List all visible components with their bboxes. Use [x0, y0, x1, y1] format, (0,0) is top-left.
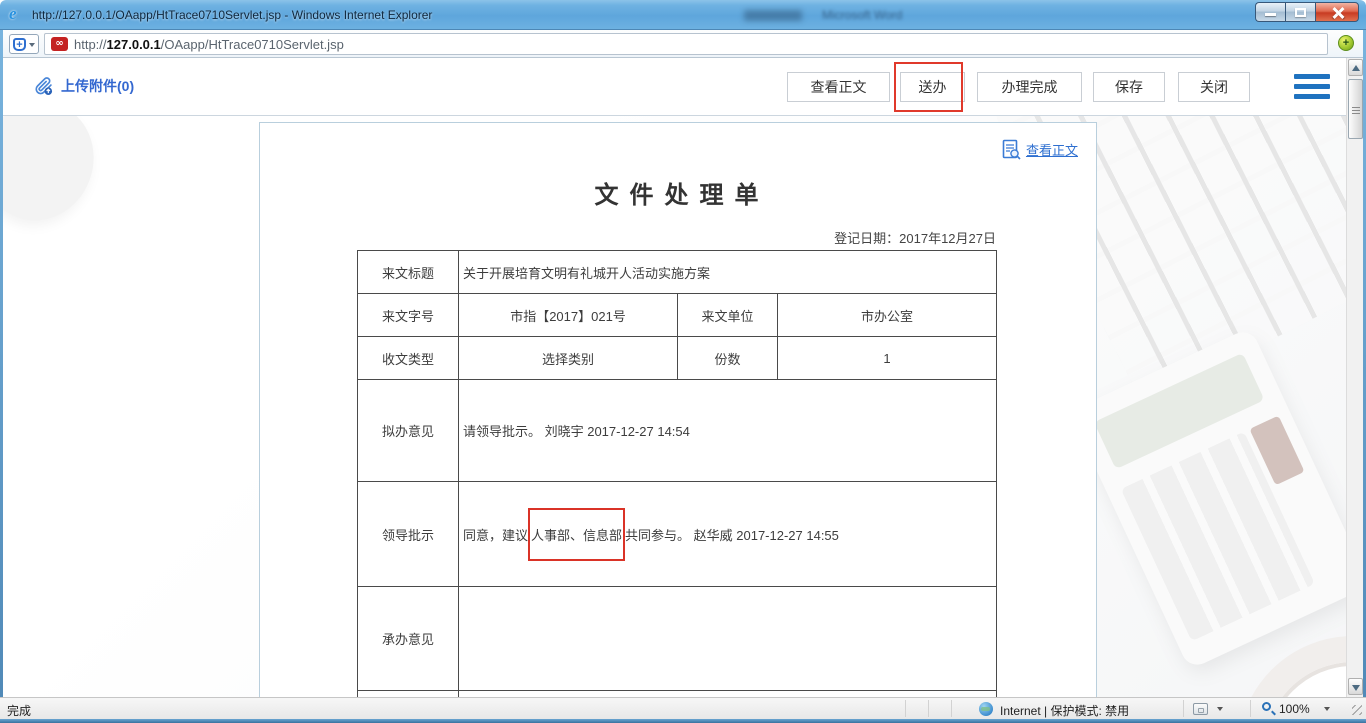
field-label: 承办意见	[358, 587, 459, 691]
minimize-icon	[1265, 13, 1276, 16]
scrollbar-thumb[interactable]	[1348, 79, 1363, 139]
view-body-link-label: 查看正文	[1026, 140, 1078, 159]
document-search-icon	[1002, 139, 1021, 160]
table-row: 来文标题 关于开展培育文明有礼城开人活动实施方案	[358, 251, 997, 294]
maximize-icon	[1295, 8, 1306, 17]
close-button[interactable]	[1315, 2, 1359, 22]
incoming-title-cell[interactable]: 关于开展培育文明有礼城开人活动实施方案	[459, 251, 997, 294]
leader-comment-post: 共同参与。 赵华威 2017-12-27 14:55	[625, 528, 839, 543]
zoom-control[interactable]: 100%	[1262, 701, 1346, 717]
address-bar: + ∞ http://127.0.0.1/OAapp/HtTrace0710Se…	[0, 30, 1366, 58]
complete-button[interactable]: 办理完成	[977, 72, 1082, 102]
status-bar: 完成 Internet | 保护模式: 禁用 100%	[0, 697, 1366, 719]
field-label: 来文单位	[678, 294, 778, 337]
table-row: 拟办意见 请领导批示。 刘晓宇 2017-12-27 14:54	[358, 380, 997, 482]
from-unit-cell[interactable]: 市办公室	[778, 294, 997, 337]
status-divider	[905, 700, 906, 717]
upload-attachment-label: 上传附件(0)	[61, 76, 134, 96]
doc-number-cell[interactable]: 市指【2017】021号	[459, 294, 678, 337]
minimize-button[interactable]	[1255, 2, 1285, 22]
zoom-level: 100%	[1279, 702, 1310, 716]
status-divider	[928, 700, 929, 717]
window-frame-left	[0, 30, 3, 723]
menu-hamburger-icon[interactable]	[1294, 73, 1330, 101]
chevron-down-icon	[29, 43, 35, 47]
resize-grip[interactable]	[1352, 705, 1362, 715]
status-divider	[951, 700, 952, 717]
zone-protected-mode-text: Internet | 保护模式: 禁用	[1000, 702, 1129, 719]
scroll-up-button[interactable]	[1348, 59, 1363, 76]
leader-comment-cell[interactable]: 同意，建议人事部、信息部共同参与。 赵华威 2017-12-27 14:55	[459, 482, 997, 587]
send-handle-button[interactable]: 送办	[900, 72, 965, 102]
desk-photo-calculator	[1069, 327, 1346, 670]
favorites-pin-button[interactable]: +	[9, 34, 39, 54]
page-content: 查看正文 文件处理单 登记日期：2017年12月27日 来文标题 关于开展培育文…	[3, 116, 1346, 697]
status-divider	[1250, 700, 1251, 717]
magnifier-icon	[1262, 702, 1271, 711]
status-divider	[1183, 700, 1184, 717]
receive-type-select[interactable]: 选择类别	[459, 337, 678, 380]
desk-photo-object	[3, 116, 110, 236]
table-row: 收文类型 选择类别 份数 1	[358, 337, 997, 380]
thumb-grip-icon	[1352, 106, 1360, 114]
window-frame-bottom	[0, 719, 1366, 723]
chevron-down-icon	[1217, 707, 1223, 711]
pin-plus-icon: +	[13, 38, 26, 51]
annotation-box-departments: 人事部、信息部	[528, 508, 625, 561]
arrow-up-icon	[1352, 65, 1360, 71]
close-page-button[interactable]: 关闭	[1178, 72, 1250, 102]
maximize-button[interactable]	[1285, 2, 1315, 22]
page-scrollbar[interactable]	[1346, 58, 1363, 697]
url-protocol: http://	[74, 37, 107, 52]
save-button[interactable]: 保存	[1093, 72, 1165, 102]
process-form-table: 来文标题 关于开展培育文明有礼城开人活动实施方案 来文字号 市指【2017】02…	[357, 250, 997, 697]
document-title: 文件处理单	[357, 175, 996, 210]
leader-comment-pre: 同意，建议	[463, 528, 528, 543]
desk-photo-cup	[1238, 636, 1346, 697]
close-icon	[1332, 7, 1344, 19]
arrow-down-icon	[1352, 685, 1360, 691]
view-body-link[interactable]: 查看正文	[1002, 139, 1078, 160]
background-window-title: Microsoft Word	[822, 8, 902, 22]
internet-zone-icon	[979, 702, 993, 716]
document-panel: 查看正文 文件处理单 登记日期：2017年12月27日 来文标题 关于开展培育文…	[259, 122, 1097, 697]
address-input[interactable]: ∞ http://127.0.0.1/OAapp/HtTrace0710Serv…	[44, 33, 1328, 55]
copies-cell[interactable]: 1	[778, 337, 997, 380]
status-text: 完成	[7, 702, 31, 719]
app-toolbar: 上传附件(0) 查看正文 送办 办理完成 保存 关闭	[3, 58, 1346, 116]
field-label: 来文字号	[358, 294, 459, 337]
title-bar: e http://127.0.0.1/OAapp/HtTrace0710Serv…	[0, 0, 1366, 30]
field-label: 拟办意见	[358, 380, 459, 482]
ie-logo-icon: e	[9, 5, 27, 23]
background-window-blur	[744, 10, 802, 21]
field-label: 来文标题	[358, 251, 459, 294]
table-row: 承办意见	[358, 587, 997, 691]
field-label: 收文类型	[358, 337, 459, 380]
handle-opinion-cell[interactable]	[459, 587, 997, 691]
compatibility-icon	[1193, 703, 1208, 715]
url-path: /OAapp/HtTrace0710Servlet.jsp	[161, 37, 344, 52]
draft-opinion-cell[interactable]: 请领导批示。 刘晓宇 2017-12-27 14:54	[459, 380, 997, 482]
window-title: http://127.0.0.1/OAapp/HtTrace0710Servle…	[32, 8, 432, 22]
browser-window: e http://127.0.0.1/OAapp/HtTrace0710Serv…	[0, 0, 1366, 723]
table-row: 领导批示 同意，建议人事部、信息部共同参与。 赵华威 2017-12-27 14…	[358, 482, 997, 587]
paperclip-icon	[33, 75, 54, 96]
upload-attachment-link[interactable]: 上传附件(0)	[33, 75, 134, 96]
table-row: 来文字号 市指【2017】021号 来文单位 市办公室	[358, 294, 997, 337]
site-favicon: ∞	[51, 37, 68, 51]
url-domain: 127.0.0.1	[107, 37, 161, 52]
field-label: 份数	[678, 337, 778, 380]
field-label: 领导批示	[358, 482, 459, 587]
chevron-down-icon	[1324, 707, 1330, 711]
view-body-button[interactable]: 查看正文	[787, 72, 890, 102]
scroll-down-button[interactable]	[1348, 678, 1363, 695]
compatibility-view-button[interactable]	[1193, 702, 1233, 717]
addon-icon[interactable]: +	[1338, 35, 1354, 51]
register-date: 登记日期：2017年12月27日	[357, 228, 996, 247]
